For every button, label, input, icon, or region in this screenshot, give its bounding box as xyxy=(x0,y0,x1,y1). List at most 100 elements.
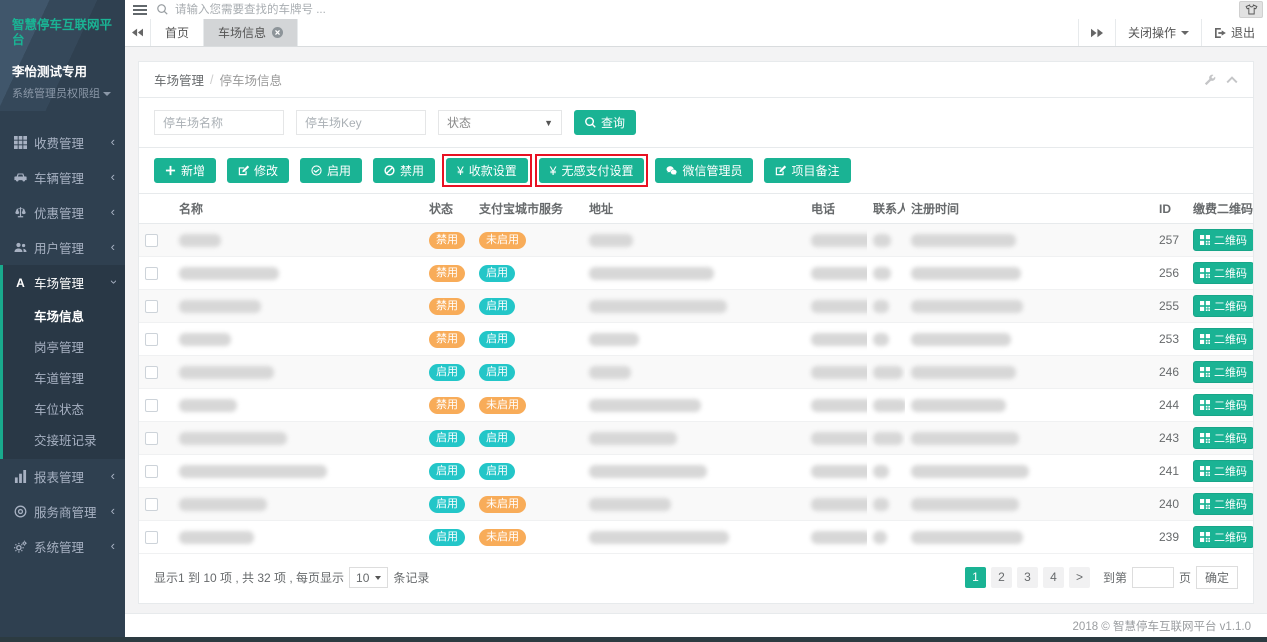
row-id: 239 xyxy=(1159,530,1179,544)
sidebar-subitem-岗亭管理[interactable]: 岗亭管理 xyxy=(3,331,125,362)
sidebar-item-车场管理[interactable]: A 车场管理 ‹ xyxy=(3,265,125,300)
page-size-select[interactable]: 10 xyxy=(349,567,388,588)
tab-close-icon[interactable] xyxy=(272,27,283,38)
sidebar-subitem-交接班记录[interactable]: 交接班记录 xyxy=(3,424,125,455)
sidebar-item-系统管理[interactable]: 系统管理 ‹ xyxy=(3,529,125,564)
status-badge: 禁用 xyxy=(429,265,465,282)
yen-icon: ¥ xyxy=(550,164,557,178)
toolbar-button-微信管理员[interactable]: 微信管理员 xyxy=(655,158,753,183)
parking-name-input[interactable] xyxy=(154,110,284,135)
table-row[interactable]: 启用 启用 241 二维码 xyxy=(139,455,1253,488)
row-id: 243 xyxy=(1159,431,1179,445)
toolbar-button-无感支付设置[interactable]: ¥无感支付设置 xyxy=(539,158,645,183)
qr-code-button[interactable]: 二维码 xyxy=(1193,229,1253,251)
sidebar-header: 智慧停车互联网平台 李怡测试专用 系统管理员权限组 xyxy=(0,0,125,111)
sidebar-item-报表管理[interactable]: 报表管理 ‹ xyxy=(3,459,125,494)
table-row[interactable]: 启用 未启用 240 二维码 xyxy=(139,488,1253,521)
sidebar-subitem-车道管理[interactable]: 车道管理 xyxy=(3,362,125,393)
sidebar-subitem-车位状态[interactable]: 车位状态 xyxy=(3,393,125,424)
qr-code-button[interactable]: 二维码 xyxy=(1193,427,1253,449)
qr-code-button[interactable]: 二维码 xyxy=(1193,493,1253,515)
row-checkbox[interactable] xyxy=(145,267,158,280)
qr-code-button[interactable]: 二维码 xyxy=(1193,262,1253,284)
toolbar-button-修改[interactable]: 修改 xyxy=(227,158,289,183)
wrench-icon[interactable] xyxy=(1204,74,1216,86)
qr-code-icon xyxy=(1200,532,1210,542)
goto-confirm-button[interactable]: 确定 xyxy=(1196,566,1238,589)
footer-copyright: 2018 © 智慧停车互联网平台 v1.1.0 xyxy=(1073,618,1251,634)
sidebar-item-优惠管理[interactable]: 优惠管理 ‹ xyxy=(3,195,125,230)
tab-parking-info[interactable]: 车场信息 xyxy=(204,19,298,46)
redacted-contact xyxy=(873,465,889,478)
qr-code-button[interactable]: 二维码 xyxy=(1193,328,1253,350)
user-role-dropdown[interactable]: 系统管理员权限组 xyxy=(12,85,113,101)
sidebar-item-用户管理[interactable]: 用户管理 ‹ xyxy=(3,230,125,265)
toolbar-button-启用[interactable]: 启用 xyxy=(300,158,362,183)
page-button-4[interactable]: 4 xyxy=(1043,567,1064,588)
table-row[interactable]: 启用 未启用 239 二维码 xyxy=(139,521,1253,554)
page-button-2[interactable]: 2 xyxy=(991,567,1012,588)
goto-label: 到第 xyxy=(1103,569,1127,586)
qr-code-icon xyxy=(1200,367,1210,377)
table-row[interactable]: 禁用 未启用 257 二维码 xyxy=(139,224,1253,257)
toolbar-button-项目备注[interactable]: 项目备注 xyxy=(764,158,850,183)
chevron-icon: ‹ xyxy=(111,507,115,515)
redacted-phone xyxy=(811,432,867,445)
row-checkbox[interactable] xyxy=(145,366,158,379)
toolbar-button-禁用[interactable]: 禁用 xyxy=(373,158,435,183)
table-row[interactable]: 禁用 启用 256 二维码 xyxy=(139,257,1253,290)
balance-icon xyxy=(13,206,28,220)
theme-tshirt-button[interactable] xyxy=(1239,1,1263,18)
redacted-contact xyxy=(873,267,891,280)
table-row[interactable]: 启用 启用 243 二维码 xyxy=(139,422,1253,455)
column-header-地址: 地址 xyxy=(583,194,805,224)
row-checkbox[interactable] xyxy=(145,498,158,511)
sidebar-item-车辆管理[interactable]: 车辆管理 ‹ xyxy=(3,160,125,195)
qr-code-button[interactable]: 二维码 xyxy=(1193,361,1253,383)
row-checkbox[interactable] xyxy=(145,234,158,247)
redacted-address xyxy=(589,366,631,379)
plus-icon xyxy=(165,165,176,176)
qr-code-button[interactable]: 二维码 xyxy=(1193,295,1253,317)
table-row[interactable]: 禁用 启用 253 二维码 xyxy=(139,323,1253,356)
tabs-scroll-left-button[interactable] xyxy=(125,19,151,46)
goto-page-input[interactable] xyxy=(1132,567,1174,588)
page-button-3[interactable]: 3 xyxy=(1017,567,1038,588)
redacted-phone xyxy=(811,399,867,412)
table-row[interactable]: 启用 启用 246 二维码 xyxy=(139,356,1253,389)
user-name: 李怡测试专用 xyxy=(12,61,113,80)
row-checkbox[interactable] xyxy=(145,465,158,478)
logout-button[interactable]: 退出 xyxy=(1201,19,1267,46)
toolbar-button-收款设置[interactable]: ¥收款设置 xyxy=(446,158,528,183)
next-page-button[interactable]: > xyxy=(1069,567,1090,588)
tab-home[interactable]: 首页 xyxy=(151,19,204,46)
close-operations-dropdown[interactable]: 关闭操作 xyxy=(1115,19,1201,46)
row-checkbox[interactable] xyxy=(145,399,158,412)
qr-code-button[interactable]: 二维码 xyxy=(1193,460,1253,482)
table-row[interactable]: 禁用 启用 255 二维码 xyxy=(139,290,1253,323)
parking-key-input[interactable] xyxy=(296,110,426,135)
sidebar-group: 系统管理 ‹ xyxy=(0,529,125,564)
qr-code-button[interactable]: 二维码 xyxy=(1193,526,1253,548)
redacted-name xyxy=(179,498,267,511)
qr-code-button[interactable]: 二维码 xyxy=(1193,394,1253,416)
table-row[interactable]: 禁用 未启用 244 二维码 xyxy=(139,389,1253,422)
redacted-phone xyxy=(811,531,867,544)
status-badge: 禁用 xyxy=(429,298,465,315)
hamburger-icon[interactable] xyxy=(133,5,147,15)
row-checkbox[interactable] xyxy=(145,531,158,544)
redacted-address xyxy=(589,531,729,544)
chevron-up-icon[interactable] xyxy=(1226,74,1238,86)
status-select[interactable]: 状态 ▼ xyxy=(438,110,562,135)
row-checkbox[interactable] xyxy=(145,300,158,313)
sidebar-subitem-车场信息[interactable]: 车场信息 xyxy=(3,300,125,331)
row-checkbox[interactable] xyxy=(145,333,158,346)
row-checkbox[interactable] xyxy=(145,432,158,445)
search-button[interactable]: 查询 xyxy=(574,110,636,135)
plate-search-input[interactable] xyxy=(173,3,593,17)
sidebar-item-收费管理[interactable]: 收费管理 ‹ xyxy=(3,125,125,160)
page-button-1[interactable]: 1 xyxy=(965,567,986,588)
toolbar-button-新增[interactable]: 新增 xyxy=(154,158,216,183)
sidebar-item-服务商管理[interactable]: 服务商管理 ‹ xyxy=(3,494,125,529)
tabs-scroll-right-button[interactable] xyxy=(1078,19,1115,46)
